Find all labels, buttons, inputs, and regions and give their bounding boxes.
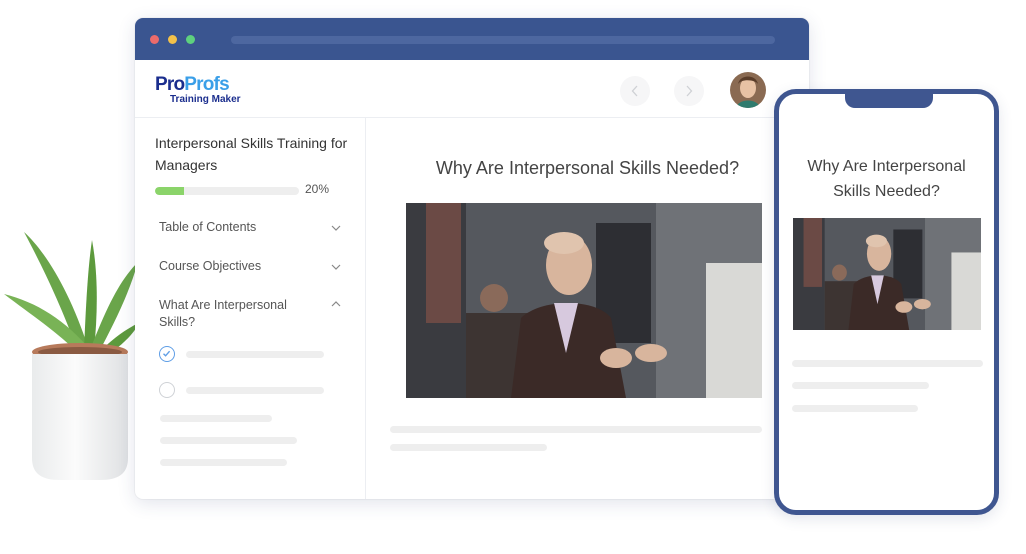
lesson-content: Why Are Interpersonal Skills Needed? bbox=[366, 118, 809, 499]
logo-primary: Pro bbox=[155, 74, 185, 95]
course-title: Interpersonal Skills Training for Manage… bbox=[155, 135, 348, 173]
section-what-are-interpersonal-skills[interactable]: What Are Interpersonal Skills? bbox=[159, 297, 299, 331]
plant-illustration bbox=[4, 232, 140, 480]
presenter-image bbox=[793, 218, 981, 330]
chevron-left-icon bbox=[631, 85, 638, 97]
section-label: Course Objectives bbox=[159, 259, 262, 273]
lesson-placeholder-line[interactable] bbox=[186, 351, 324, 358]
progress-percent: 20% bbox=[305, 182, 330, 196]
lesson-completed-check[interactable] bbox=[159, 346, 175, 362]
address-bar[interactable] bbox=[231, 36, 775, 44]
previous-button[interactable] bbox=[620, 76, 650, 106]
course-sidebar: Interpersonal Skills Training for Manage… bbox=[135, 118, 366, 499]
browser-titlebar bbox=[135, 18, 809, 60]
section-label: What Are Interpersonal Skills? bbox=[159, 298, 287, 329]
minimize-window-dot[interactable] bbox=[168, 35, 177, 44]
phone-notch bbox=[845, 93, 933, 108]
phone-lesson-title: Why Are Interpersonal Skills Needed? bbox=[807, 158, 966, 200]
chevron-up-icon[interactable] bbox=[331, 299, 341, 309]
progress-fill bbox=[155, 187, 184, 195]
proprofs-logo[interactable]: ProProfs Training Maker bbox=[155, 74, 241, 105]
maximize-window-dot[interactable] bbox=[186, 35, 195, 44]
lesson-video[interactable] bbox=[406, 203, 762, 398]
placeholder-line bbox=[792, 360, 983, 367]
placeholder-line bbox=[160, 415, 272, 422]
next-button[interactable] bbox=[674, 76, 704, 106]
section-table-of-contents[interactable]: Table of Contents bbox=[159, 219, 349, 236]
placeholder-line bbox=[390, 426, 762, 433]
placeholder-line bbox=[792, 405, 918, 412]
placeholder-line bbox=[390, 444, 547, 451]
section-label: Table of Contents bbox=[159, 220, 257, 234]
course-progress-bar bbox=[155, 187, 299, 195]
app-header: ProProfs Training Maker bbox=[135, 60, 809, 118]
lesson-incomplete-check[interactable] bbox=[159, 382, 175, 398]
user-avatar[interactable] bbox=[730, 72, 766, 108]
phone-mockup: Why Are Interpersonal Skills Needed? bbox=[774, 89, 999, 515]
lesson-placeholder-line[interactable] bbox=[186, 387, 324, 394]
checkmark-icon bbox=[163, 350, 171, 357]
placeholder-line bbox=[160, 459, 287, 466]
phone-lesson-video[interactable] bbox=[793, 218, 981, 330]
close-window-dot[interactable] bbox=[150, 35, 159, 44]
chevron-right-icon bbox=[686, 85, 693, 97]
placeholder-line bbox=[160, 437, 297, 444]
logo-tagline: Training Maker bbox=[170, 94, 241, 105]
presenter-image bbox=[406, 203, 762, 398]
chevron-down-icon[interactable] bbox=[331, 262, 341, 272]
browser-window: ProProfs Training Maker Interpersonal Sk… bbox=[135, 18, 809, 499]
avatar-image bbox=[730, 72, 766, 108]
section-course-objectives[interactable]: Course Objectives bbox=[159, 258, 349, 275]
lesson-title: Why Are Interpersonal Skills Needed? bbox=[435, 158, 740, 178]
chevron-down-icon[interactable] bbox=[331, 223, 341, 233]
placeholder-line bbox=[792, 382, 929, 389]
logo-secondary: Profs bbox=[184, 74, 229, 95]
